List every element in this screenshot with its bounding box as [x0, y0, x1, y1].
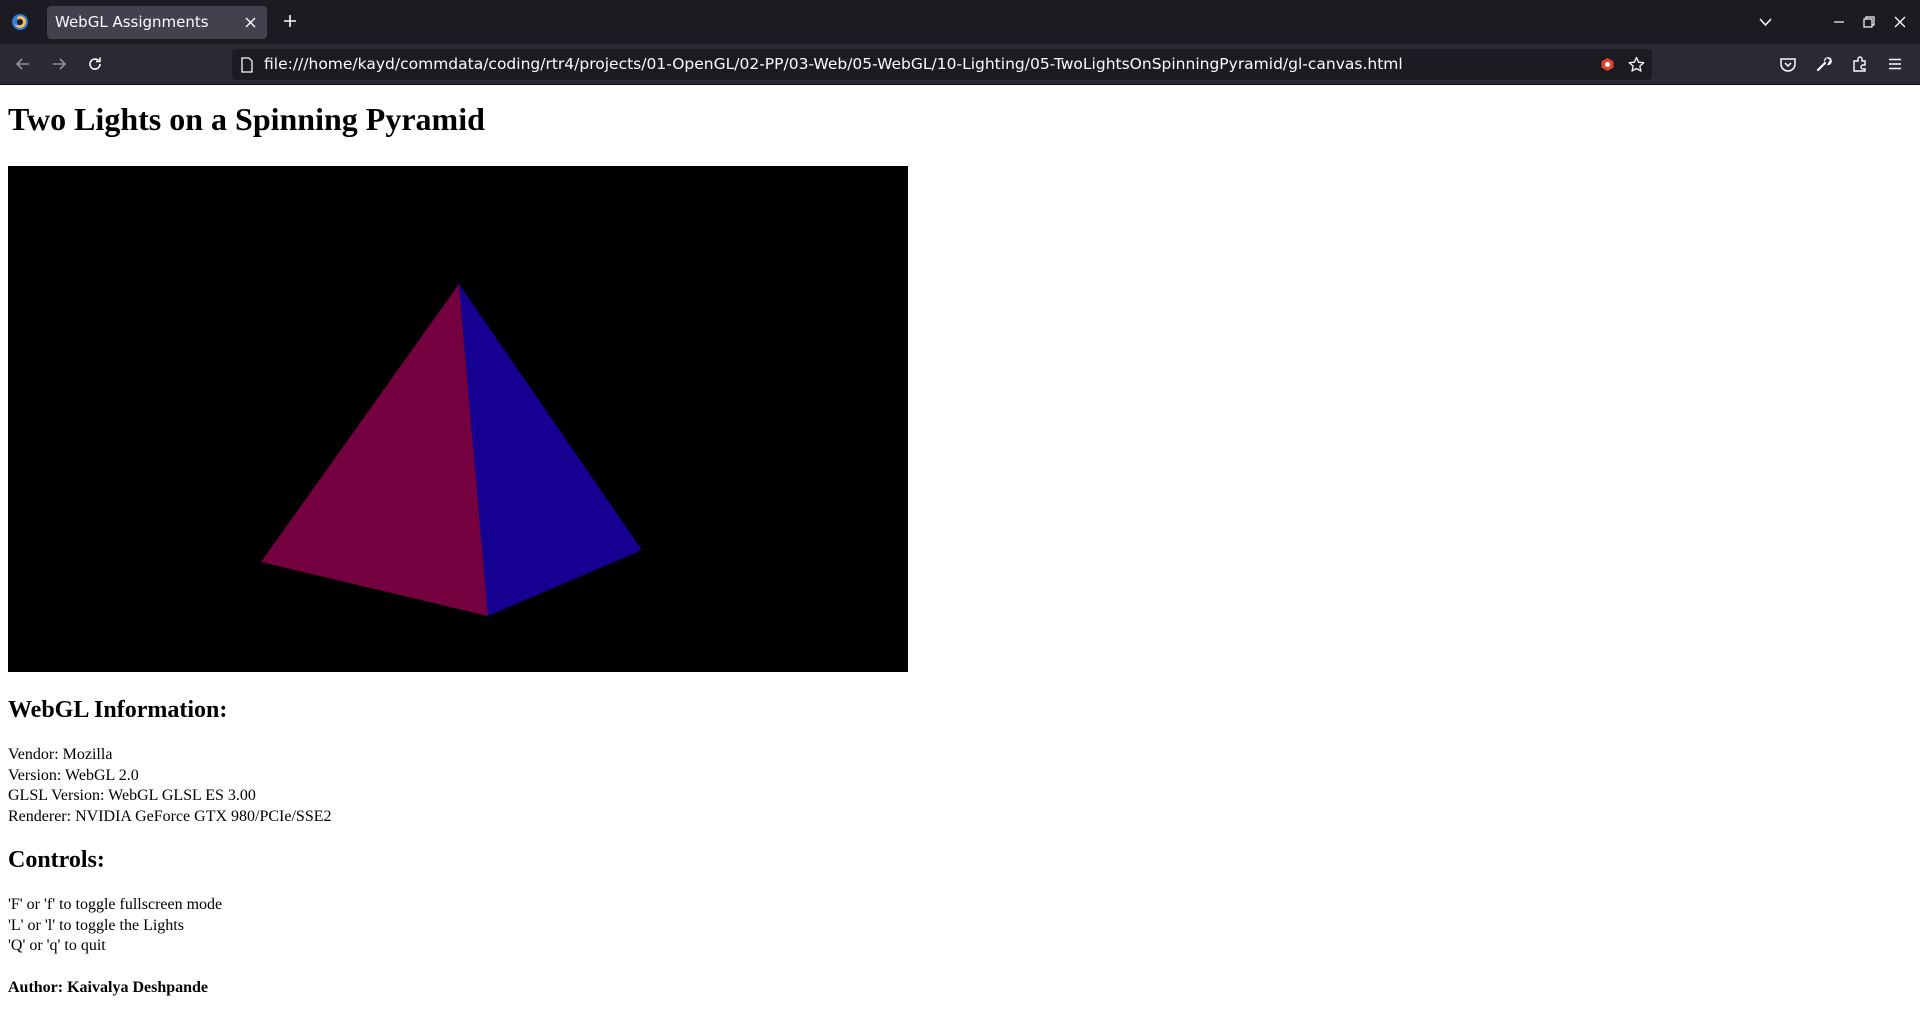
back-arrow-icon[interactable]: [14, 55, 32, 73]
control-fullscreen: 'F' or 'f' to toggle fullscreen mode: [8, 896, 223, 913]
restore-icon[interactable]: [1862, 15, 1876, 29]
star-icon[interactable]: [1628, 56, 1645, 73]
puzzle-icon[interactable]: [1851, 55, 1869, 73]
author-credit: Author: Kaivalya Deshpande: [8, 979, 209, 996]
tab-webgl-assignments[interactable]: WebGL Assignments: [47, 6, 267, 39]
tab-title: WebGL Assignments: [55, 13, 209, 31]
chevron-down-icon[interactable]: [1758, 15, 1773, 29]
page-title: Two Lights on a Spinning Pyramid: [8, 101, 485, 137]
info-glsl-version: GLSL Version: WebGL GLSL ES 3.00: [8, 787, 256, 804]
info-version: Version: WebGL 2.0: [8, 766, 139, 784]
page-content: Two Lights on a Spinning Pyramid WebGL I…: [0, 85, 1920, 1016]
control-quit: 'Q' or 'q' to quit: [8, 937, 106, 954]
plus-icon[interactable]: [282, 13, 298, 29]
controls-list: 'F' or 'f' to toggle fullscreen mode 'L'…: [8, 895, 222, 957]
webgl-info-list: Vendor: Mozilla Version: WebGL 2.0 GLSL …: [8, 745, 332, 827]
wrench-icon[interactable]: [1815, 55, 1833, 73]
pocket-icon[interactable]: [1779, 55, 1797, 73]
tab-strip: WebGL Assignments: [0, 0, 1920, 44]
gl-canvas[interactable]: [8, 166, 908, 672]
control-lights: 'L' or 'l' to toggle the Lights: [8, 916, 184, 934]
reload-icon[interactable]: [86, 55, 104, 73]
webgl-info-heading: WebGL Information:: [8, 697, 228, 723]
url-text[interactable]: file:///home/kayd/commdata/coding/rtr4/p…: [264, 49, 1403, 80]
controls-heading: Controls:: [8, 847, 105, 873]
page-icon: [241, 57, 253, 73]
minimize-icon[interactable]: [1832, 15, 1846, 29]
hamburger-menu-icon[interactable]: [1886, 55, 1904, 73]
extension-badge-icon[interactable]: [1600, 57, 1615, 72]
close-window-icon[interactable]: [1893, 15, 1907, 29]
info-renderer: Renderer: NVIDIA GeForce GTX 980/PCIe/SS…: [8, 807, 332, 825]
info-vendor: Vendor: Mozilla: [8, 746, 113, 763]
firefox-icon[interactable]: [11, 13, 29, 31]
forward-arrow-icon[interactable]: [50, 55, 68, 73]
nav-toolbar: file:///home/kayd/commdata/coding/rtr4/p…: [0, 44, 1920, 85]
close-icon[interactable]: [244, 16, 257, 29]
url-bar[interactable]: file:///home/kayd/commdata/coding/rtr4/p…: [232, 49, 1652, 80]
